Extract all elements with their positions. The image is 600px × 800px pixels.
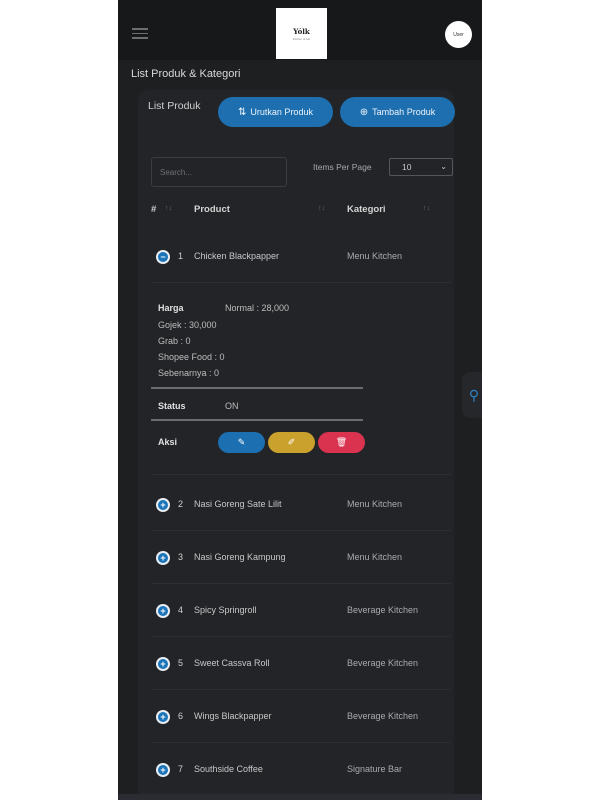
- column-header-category[interactable]: Kategori: [347, 204, 386, 215]
- plus-circle-icon: +: [158, 659, 168, 669]
- row-number: 3: [178, 552, 184, 562]
- aksi-label: Aksi: [158, 437, 178, 447]
- expand-row-button[interactable]: +: [156, 763, 170, 777]
- product-name: Wings Blackpapper: [194, 711, 272, 721]
- side-panel-toggle[interactable]: ⚲: [462, 372, 482, 418]
- plus-circle-icon: +: [158, 500, 168, 510]
- table-row[interactable]: − 1 Chicken Blackpapper Menu Kitchen: [151, 230, 451, 283]
- items-per-page-label: Items Per Page: [313, 162, 372, 172]
- row-number: 1: [178, 251, 184, 261]
- expand-row-button[interactable]: +: [156, 551, 170, 565]
- plus-circle-icon: +: [158, 553, 168, 563]
- add-product-label: Tambah Produk: [372, 107, 436, 117]
- collapse-row-button[interactable]: −: [156, 250, 170, 264]
- price-sebenarnya: Sebenarnya : 0: [158, 368, 220, 378]
- row-number: 4: [178, 605, 184, 615]
- brush-icon: ✐: [287, 437, 296, 447]
- product-name: Nasi Goreng Kampung: [194, 552, 286, 562]
- table-header: # ↑↓ Product ↑↓ Kategori ↑↓: [138, 204, 454, 224]
- product-list-card: List Produk ⇅ Urutkan Produk ⊕ Tambah Pr…: [138, 90, 455, 800]
- product-category: Beverage Kitchen: [347, 605, 419, 615]
- product-name: Chicken Blackpapper: [194, 251, 280, 261]
- add-product-button[interactable]: ⊕ Tambah Produk: [340, 97, 455, 127]
- expand-row-button[interactable]: +: [156, 710, 170, 724]
- delete-product-button[interactable]: 🗑: [318, 432, 365, 453]
- plus-circle-icon: ⊕: [359, 106, 369, 118]
- search-icon: ⚲: [468, 386, 480, 403]
- logo-subtext: kitchen & bar: [292, 36, 311, 41]
- bottom-bar: [118, 794, 482, 800]
- sort-icon: ⇅: [238, 106, 247, 118]
- page-title: List Produk & Kategori: [131, 68, 241, 80]
- harga-label: Harga: [158, 303, 184, 313]
- brand-logo[interactable]: Yólk kitchen & bar: [276, 8, 327, 59]
- price-gojek: Gojek : 30,000: [158, 320, 217, 330]
- card-title: List Produk: [148, 100, 201, 112]
- hamburger-menu-icon[interactable]: [132, 28, 148, 39]
- row-number: 7: [178, 764, 184, 774]
- brush-product-button[interactable]: ✐: [268, 432, 315, 453]
- status-value: ON: [225, 401, 239, 411]
- trash-icon: 🗑: [335, 437, 348, 447]
- sort-products-label: Urutkan Produk: [250, 107, 313, 117]
- price-grab: Grab : 0: [158, 336, 191, 346]
- plus-circle-icon: +: [158, 765, 168, 775]
- expand-row-button[interactable]: +: [156, 604, 170, 618]
- product-name: Southside Coffee: [194, 764, 263, 774]
- edit-product-button[interactable]: ✎: [218, 432, 265, 453]
- product-category: Beverage Kitchen: [347, 711, 419, 721]
- plus-circle-icon: +: [158, 606, 168, 616]
- divider: [151, 387, 363, 389]
- minus-circle-icon: −: [158, 252, 168, 262]
- price-shopee-food: Shopee Food : 0: [158, 352, 225, 362]
- product-category: Signature Bar: [347, 764, 403, 774]
- top-bar: Yólk kitchen & bar User: [118, 0, 482, 60]
- search-input[interactable]: [151, 157, 287, 187]
- plus-circle-icon: +: [158, 712, 168, 722]
- table-row[interactable]: + 7 Southside Coffee Signature Bar: [151, 743, 451, 796]
- product-name: Spicy Springroll: [194, 605, 257, 615]
- expand-row-button[interactable]: +: [156, 657, 170, 671]
- table-row[interactable]: + 6 Wings Blackpapper Beverage Kitchen: [151, 690, 451, 743]
- row-number: 2: [178, 499, 184, 509]
- chevron-down-icon: ⌄: [440, 162, 447, 171]
- sort-arrows-icon[interactable]: ↑↓: [423, 205, 430, 212]
- sort-arrows-icon[interactable]: ↑↓: [165, 205, 172, 212]
- table-row[interactable]: + 5 Sweet Cassva Roll Beverage Kitchen: [151, 637, 451, 690]
- column-header-number[interactable]: #: [151, 204, 156, 215]
- product-category: Menu Kitchen: [347, 552, 403, 562]
- expand-row-button[interactable]: +: [156, 498, 170, 512]
- table-row[interactable]: + 2 Nasi Goreng Sate Lilit Menu Kitchen: [151, 478, 451, 531]
- row-number: 5: [178, 658, 184, 668]
- product-name: Sweet Cassva Roll: [194, 658, 270, 668]
- row-number: 6: [178, 711, 184, 721]
- edit-icon: ✎: [237, 437, 246, 447]
- product-category: Menu Kitchen: [347, 251, 403, 261]
- items-per-page-value: 10: [402, 162, 412, 172]
- items-per-page-select[interactable]: 10 ⌄: [389, 158, 453, 176]
- sort-arrows-icon[interactable]: ↑↓: [318, 205, 325, 212]
- logo-text: Yólk: [293, 26, 310, 36]
- app-screen: Yólk kitchen & bar User List Produk & Ka…: [118, 0, 482, 800]
- sort-products-button[interactable]: ⇅ Urutkan Produk: [218, 97, 333, 127]
- table-row[interactable]: + 3 Nasi Goreng Kampung Menu Kitchen: [151, 531, 451, 584]
- row-detail-panel: Harga Normal : 28,000 Gojek : 30,000 Gra…: [151, 295, 451, 475]
- status-label: Status: [158, 401, 186, 411]
- column-header-product[interactable]: Product: [194, 204, 230, 215]
- divider: [151, 419, 363, 421]
- product-category: Beverage Kitchen: [347, 658, 419, 668]
- product-category: Menu Kitchen: [347, 499, 403, 509]
- table-row[interactable]: + 4 Spicy Springroll Beverage Kitchen: [151, 584, 451, 637]
- product-name: Nasi Goreng Sate Lilit: [194, 499, 282, 509]
- user-avatar[interactable]: User: [445, 21, 472, 48]
- price-normal: Normal : 28,000: [225, 303, 290, 313]
